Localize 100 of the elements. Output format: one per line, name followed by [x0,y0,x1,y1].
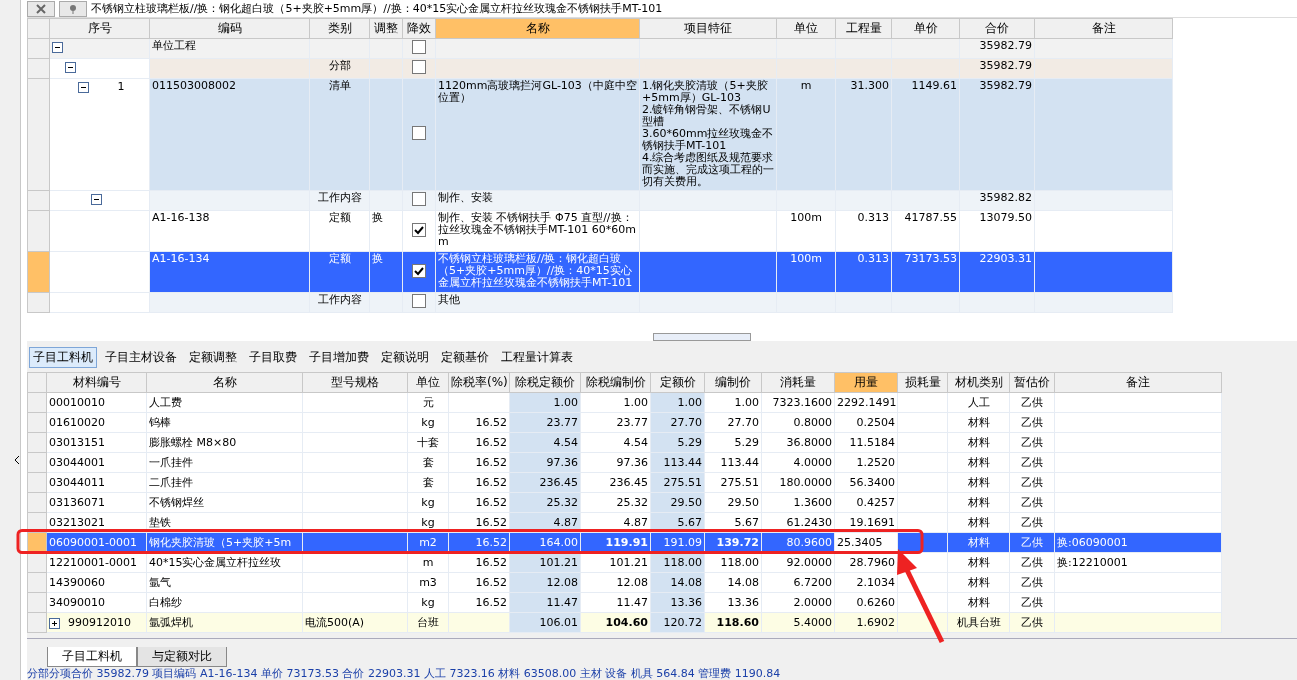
table-cell: 180.0000 [779,475,832,489]
tab[interactable]: 子目工料机 [47,647,137,667]
table-cell: 1.00 [623,395,648,409]
tab[interactable]: 子目取费 [245,347,301,368]
column-header[interactable]: 除税编制价 [580,372,651,393]
column-header[interactable]: 编码 [149,18,310,39]
checkbox[interactable] [412,60,426,74]
table-cell: 材料 [967,495,990,509]
column-header[interactable]: 单价 [891,18,960,39]
tab[interactable]: 与定额对比 [137,647,227,667]
collapse-icon[interactable] [91,194,102,205]
table-cell: 1.00 [553,395,578,409]
tab[interactable]: 子目主材设备 [101,347,181,368]
table-cell: 14.08 [727,575,759,589]
table-cell: A1-16-138 [152,211,210,224]
tab[interactable]: 子目工料机 [29,347,97,368]
checkbox[interactable] [412,263,426,278]
column-header[interactable]: 用量 [834,372,898,393]
table-cell: 换:12210001 [1057,555,1128,569]
table-cell: 工作内容 [317,293,362,306]
checkbox[interactable] [412,192,426,206]
table-cell: 92.0000 [786,555,832,569]
column-header[interactable]: 类别 [309,18,370,39]
checkbox[interactable] [412,126,426,140]
column-header[interactable]: 序号 [49,18,150,39]
table-cell: 0.313 [857,252,889,265]
column-header[interactable]: 降效 [402,18,436,39]
table-cell: 其他 [438,293,460,306]
table-cell: 35982.82 [979,191,1032,204]
collapse-icon[interactable] [65,62,76,73]
table-cell: 118.60 [716,615,759,629]
table-cell: 19.1691 [849,515,895,529]
column-header[interactable]: 合价 [959,18,1035,39]
table-cell: 乙供 [1021,555,1043,569]
table-cell: 23.77 [616,415,648,429]
table-cell: 12.08 [616,575,648,589]
table-cell: 2292.1491 [837,395,897,409]
table-cell: 236.45 [539,475,578,489]
table-cell: 不锈钢焊丝 [149,495,204,509]
table-cell: 1.00 [734,395,759,409]
checkbox[interactable] [412,40,426,54]
table-cell: kg [421,495,435,509]
table-cell: 41787.55 [904,211,957,224]
column-header[interactable]: 备注 [1034,18,1173,39]
table-cell: 011503008002 [152,79,236,92]
table-cell: 分部 [328,59,351,72]
column-header[interactable]: 材料编号 [46,372,147,393]
column-header[interactable]: 名称 [435,18,640,39]
table-cell: 4.54 [553,435,578,449]
column-header[interactable]: 材机类别 [947,372,1010,393]
table-cell: 16.52 [475,475,507,489]
table-cell: 6.7200 [793,575,832,589]
tab[interactable]: 定额调整 [185,347,241,368]
table-cell: 34090010 [49,595,105,609]
table-cell: 材料 [967,535,990,549]
table-cell: 0.8000 [793,415,832,429]
column-header[interactable]: 名称 [146,372,303,393]
table-cell: 0.6260 [856,595,895,609]
column-header[interactable]: 调整 [369,18,403,39]
collapse-icon[interactable] [78,82,89,93]
column-header[interactable]: 单位 [776,18,836,39]
tab[interactable]: 工程量计算表 [497,347,577,368]
tab[interactable]: 定额基价 [437,347,493,368]
expand-icon[interactable] [49,618,60,629]
splitter-handle[interactable] [653,333,751,341]
table-cell: m3 [419,575,437,589]
table-cell: 材料 [967,575,990,589]
status-text: 分部分项合价 35982.79 项目编码 A1-16-134 单价 73173.53 合价 22903.31 人工 7323.16 材料 63508.00 主材 设备 机具 564.84 管理费 1190.84 [27,667,782,680]
table-cell: 00010010 [49,395,105,409]
column-header[interactable]: 暂估价 [1009,372,1055,393]
column-header[interactable]: 型号规格 [302,372,408,393]
column-header[interactable]: 项目特征 [639,18,777,39]
pin-icon [68,3,78,14]
table-cell: 套 [422,475,434,489]
table-cell: 29.50 [670,495,702,509]
table-cell: 不锈钢立柱玻璃栏板//换：钢化超白玻（5+夹胶+5mm厚）//换：40*15实心金属立杆拉丝玫瑰金不锈钢扶手MT-101 [438,252,633,289]
table-cell: 膨胀螺栓 M8×80 [149,435,237,449]
collapse-icon[interactable] [52,42,63,53]
column-header[interactable]: 工程量 [835,18,892,39]
pin-button[interactable] [59,0,87,17]
column-header[interactable]: 编制价 [704,372,762,393]
column-header[interactable]: 定额价 [650,372,705,393]
close-button[interactable] [27,0,55,17]
checkbox[interactable] [412,222,426,237]
column-header[interactable]: 除税率(%) [448,372,510,393]
table-cell: 0.313 [857,211,889,224]
column-header[interactable]: 单位 [407,372,449,393]
table-cell: 套 [422,455,434,469]
table-cell: 人工费 [149,395,182,409]
checkbox[interactable] [412,294,426,308]
table-cell: 1120mm高玻璃拦河GL-103（中庭中空位置） [438,79,637,104]
column-header[interactable]: 备注 [1054,372,1222,393]
table-cell: 5.67 [677,515,702,529]
column-header[interactable]: 除税定额价 [509,372,581,393]
column-header[interactable]: 损耗量 [897,372,948,393]
tab[interactable]: 定额说明 [377,347,433,368]
tab[interactable]: 子目增加费 [305,347,373,368]
column-header[interactable]: 消耗量 [761,372,835,393]
table-cell: 5.29 [734,435,759,449]
table-cell: 氩气 [149,575,171,589]
